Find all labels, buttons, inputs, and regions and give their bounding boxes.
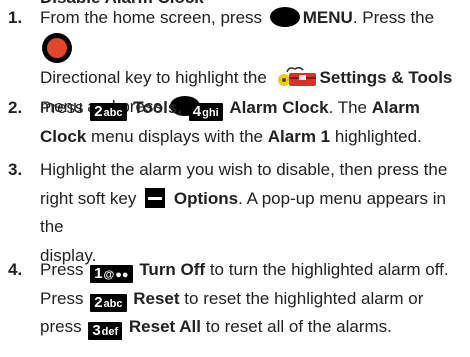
alarm-clock-label: Alarm Clock bbox=[229, 98, 329, 117]
key-digit: 3 bbox=[92, 322, 101, 339]
key-digit: 2 bbox=[94, 293, 103, 311]
key-digit: 2 bbox=[94, 103, 103, 120]
step-text-segment: press bbox=[40, 317, 82, 336]
clock-label: Clock bbox=[40, 126, 87, 146]
voicemail-icon: ●● bbox=[115, 269, 129, 281]
step-text-segment: . The bbox=[328, 98, 367, 117]
key-1-icon: 1@●● bbox=[90, 265, 133, 283]
step-text: Press 1@●● Turn Off to turn the highligh… bbox=[40, 256, 465, 342]
step-text-segment: Highlight the alarm you wish to disable,… bbox=[40, 160, 448, 179]
menu-key-icon bbox=[269, 7, 300, 27]
key-letters: @ bbox=[103, 269, 115, 281]
menu-label: MENU bbox=[302, 8, 353, 27]
step-text: Press 2abc Tools, 4ghi Alarm Clock. The … bbox=[40, 94, 465, 151]
step-text-segment: right soft key bbox=[40, 188, 137, 208]
reset-label: Reset bbox=[133, 288, 180, 308]
step-text-segment: to reset all of the alarms. bbox=[205, 317, 392, 336]
step-number: 4. bbox=[8, 260, 23, 279]
key-2-icon: 2abc bbox=[90, 293, 127, 312]
alarm-1-label: Alarm 1 bbox=[267, 126, 331, 146]
step-text-segment: Press bbox=[40, 288, 84, 308]
soft-key-icon bbox=[145, 187, 166, 208]
step-number: 3. bbox=[8, 160, 23, 179]
directional-key-icon bbox=[42, 32, 72, 63]
step-text-segment: to reset the highlighted alarm or bbox=[184, 288, 424, 308]
options-label: Options bbox=[173, 188, 239, 208]
step-text-segment: highlighted. bbox=[334, 126, 422, 146]
step-text-segment: Press bbox=[40, 98, 84, 117]
key-3-icon: 3def bbox=[88, 322, 123, 340]
step-text-segment: menu displays with the bbox=[91, 126, 264, 146]
step-text-segment: From the home screen, press bbox=[40, 8, 263, 27]
key-digit: 4 bbox=[192, 103, 202, 120]
alarm-label: Alarm bbox=[371, 98, 420, 117]
key-letters: def bbox=[101, 326, 119, 338]
step-text: Highlight the alarm you wish to disable,… bbox=[40, 156, 465, 270]
key-letters: abc bbox=[103, 107, 123, 119]
key-letters: ghi bbox=[202, 107, 219, 119]
key-2-icon: 2abc bbox=[90, 103, 127, 121]
reset-all-label: Reset All bbox=[128, 317, 202, 336]
key-4-icon: 4ghi bbox=[188, 103, 223, 121]
settings-tools-label: Settings & Tools bbox=[319, 68, 453, 87]
step-text-segment: Press bbox=[40, 260, 84, 279]
step-number: 2. bbox=[8, 98, 23, 117]
step-number: 1. bbox=[8, 8, 23, 27]
step-text-segment: . Press the bbox=[352, 8, 435, 27]
toolbox-icon bbox=[275, 66, 317, 88]
key-digit: 1 bbox=[94, 265, 103, 282]
step-text-segment: to turn the highlighted alarm off. bbox=[209, 260, 449, 279]
step-text-segment: Directional key to highlight the bbox=[40, 68, 267, 87]
key-letters: abc bbox=[103, 297, 123, 310]
tools-label: Tools, bbox=[133, 98, 183, 117]
turn-off-label: Turn Off bbox=[139, 260, 206, 279]
manual-page: Disable Alarm Clock 1. From the home scr… bbox=[0, 0, 470, 357]
